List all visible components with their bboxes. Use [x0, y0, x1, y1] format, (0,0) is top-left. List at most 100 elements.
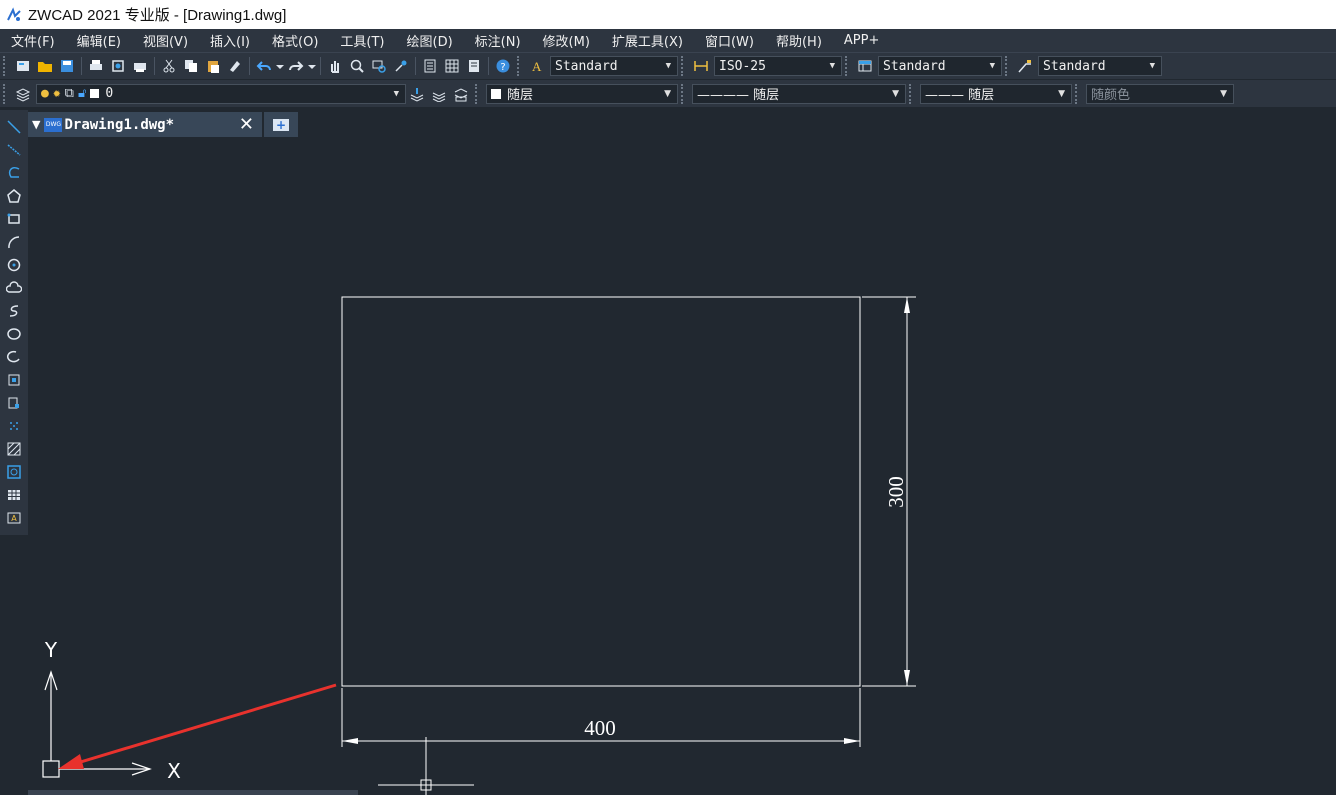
- vertical-dimension[interactable]: 300: [862, 296, 916, 687]
- ellipse-arc-icon[interactable]: [3, 346, 25, 368]
- document-tab-bar: ▼ DWG Drawing1.dwg* ✕ +: [28, 110, 1336, 137]
- pan-hand-icon[interactable]: [324, 55, 346, 77]
- menu-edit[interactable]: 编辑(E): [66, 31, 132, 50]
- svg-text:?: ?: [500, 62, 505, 73]
- layer-manager-icon[interactable]: [12, 83, 34, 105]
- arc-icon[interactable]: [3, 231, 25, 253]
- menu-view[interactable]: 视图(V): [132, 31, 199, 50]
- lineweight-value: ——— 随层: [925, 88, 995, 103]
- chevron-down-icon: ▼: [665, 61, 671, 71]
- table-style-dropdown[interactable]: Standard ▼: [878, 56, 1002, 76]
- print-preview-icon[interactable]: [107, 55, 129, 77]
- insert-block-icon[interactable]: [3, 369, 25, 391]
- redo-icon[interactable]: [285, 55, 307, 77]
- revision-cloud-icon[interactable]: [3, 277, 25, 299]
- layer-previous-icon[interactable]: [428, 83, 450, 105]
- toolbar-grip[interactable]: [909, 83, 915, 104]
- tab-menu-triangle-icon[interactable]: ▼: [32, 118, 40, 131]
- make-block-icon[interactable]: [3, 392, 25, 414]
- plot-icon[interactable]: [129, 55, 151, 77]
- color-dropdown[interactable]: 随层 ▼: [486, 83, 678, 104]
- paste-icon[interactable]: [202, 55, 224, 77]
- menu-dimension[interactable]: 标注(N): [464, 31, 532, 50]
- linetype-dropdown[interactable]: ———— 随层 ▼: [692, 83, 906, 104]
- toolbar-grip[interactable]: [1005, 56, 1011, 76]
- toolbar-grip[interactable]: [1075, 83, 1081, 104]
- zoom-previous-icon[interactable]: [390, 55, 412, 77]
- undo-dropdown-icon[interactable]: [275, 55, 285, 77]
- polygon-icon[interactable]: [3, 185, 25, 207]
- menu-window[interactable]: 窗口(W): [694, 31, 765, 50]
- menu-insert[interactable]: 插入(I): [199, 31, 261, 50]
- text-style-icon[interactable]: A: [526, 55, 548, 77]
- save-icon[interactable]: [56, 55, 78, 77]
- horizontal-dimension[interactable]: 400: [341, 688, 861, 747]
- multileader-style-dropdown[interactable]: Standard ▼: [1038, 56, 1162, 76]
- toolbar-grip[interactable]: [3, 83, 9, 104]
- rectangle-icon[interactable]: [3, 208, 25, 230]
- layer-states-icon[interactable]: [450, 83, 472, 105]
- match-properties-icon[interactable]: [224, 55, 246, 77]
- drawing-canvas[interactable]: 400 300 Y X: [28, 137, 1336, 795]
- toolbar-grip[interactable]: [3, 56, 9, 76]
- copy-icon[interactable]: [180, 55, 202, 77]
- point-icon[interactable]: [3, 415, 25, 437]
- make-current-layer-icon[interactable]: [406, 83, 428, 105]
- new-drawing-tab-button[interactable]: +: [264, 112, 298, 137]
- plot-style-dropdown[interactable]: 随颜色 ▼: [1086, 83, 1234, 104]
- tool-palettes-icon[interactable]: [463, 55, 485, 77]
- dwg-file-icon: DWG: [44, 117, 63, 132]
- menu-format[interactable]: 格式(O): [261, 31, 329, 50]
- polyline-icon[interactable]: [3, 162, 25, 184]
- title-bar: ZWCAD 2021 专业版 - [Drawing1.dwg]: [0, 0, 1336, 29]
- menu-file[interactable]: 文件(F): [0, 31, 66, 50]
- undo-icon[interactable]: [253, 55, 275, 77]
- cut-icon[interactable]: [158, 55, 180, 77]
- table-icon[interactable]: [3, 484, 25, 506]
- tab-drawing1[interactable]: ▼ DWG Drawing1.dwg* ✕: [28, 112, 262, 137]
- redo-dropdown-icon[interactable]: [307, 55, 317, 77]
- region-icon[interactable]: [3, 461, 25, 483]
- construction-line-icon[interactable]: [3, 139, 25, 161]
- hatch-icon[interactable]: [3, 438, 25, 460]
- ellipse-icon[interactable]: [3, 323, 25, 345]
- spline-icon[interactable]: [3, 300, 25, 322]
- menu-modify[interactable]: 修改(M): [532, 31, 601, 50]
- color-value: 随层: [507, 88, 534, 103]
- table-style-icon[interactable]: [854, 55, 876, 77]
- text-style-dropdown[interactable]: Standard ▼: [550, 56, 678, 76]
- toolbar-grip[interactable]: [681, 83, 687, 104]
- multiline-text-icon[interactable]: A: [3, 507, 25, 529]
- properties-icon[interactable]: [419, 55, 441, 77]
- menu-help[interactable]: 帮助(H): [765, 31, 833, 50]
- multileader-style-icon[interactable]: [1014, 55, 1036, 77]
- toolbar-grip[interactable]: [681, 56, 687, 76]
- new-file-icon[interactable]: [12, 55, 34, 77]
- menu-app-plus[interactable]: APP+: [833, 33, 890, 48]
- menu-draw[interactable]: 绘图(D): [396, 31, 464, 50]
- open-folder-icon[interactable]: [34, 55, 56, 77]
- separator: [81, 57, 82, 75]
- menu-express-tools[interactable]: 扩展工具(X): [601, 31, 694, 50]
- toolbar-grip[interactable]: [475, 83, 481, 104]
- print-icon[interactable]: [85, 55, 107, 77]
- dim-style-dropdown[interactable]: ISO-25 ▼: [714, 56, 842, 76]
- menu-tools[interactable]: 工具(T): [329, 31, 395, 50]
- lightbulb-icon: ●: [41, 86, 49, 101]
- dim-style-icon[interactable]: [690, 55, 712, 77]
- layer-name-value: 0: [105, 86, 114, 101]
- lineweight-dropdown[interactable]: ——— 随层 ▼: [920, 83, 1072, 104]
- toolbar-grip[interactable]: [845, 56, 851, 76]
- design-center-icon[interactable]: [441, 55, 463, 77]
- ucs-icon: Y X: [42, 638, 181, 783]
- layer-dropdown[interactable]: ● ✹ ⧉ 🔓︎ 0 ▼: [36, 83, 406, 104]
- line-icon[interactable]: [3, 116, 25, 138]
- zoom-window-icon[interactable]: [368, 55, 390, 77]
- close-icon[interactable]: ✕: [239, 114, 254, 135]
- zoom-realtime-icon[interactable]: [346, 55, 368, 77]
- circle-icon[interactable]: [3, 254, 25, 276]
- rectangle-entity[interactable]: [341, 296, 861, 687]
- layout-tabs-strip[interactable]: [28, 790, 358, 795]
- toolbar-grip[interactable]: [517, 56, 523, 76]
- help-icon[interactable]: ?: [492, 55, 514, 77]
